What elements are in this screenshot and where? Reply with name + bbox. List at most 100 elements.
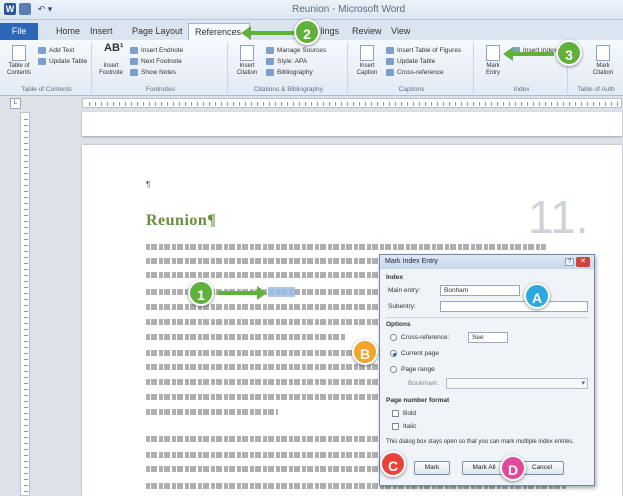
group-table-of-contents: Table of Contents Add Text Update Table …: [2, 42, 92, 94]
tab-review[interactable]: Review: [346, 23, 388, 40]
add-text-button[interactable]: Add Text: [38, 46, 74, 55]
ruler-tick: [593, 102, 594, 106]
ruler-tick: [485, 102, 486, 106]
tab-selector[interactable]: L: [10, 98, 21, 109]
tab-insert[interactable]: Insert: [84, 23, 119, 40]
ruler-tick: [24, 371, 28, 372]
tab-file[interactable]: File: [0, 23, 38, 40]
cross-reference-button[interactable]: Cross-reference: [386, 68, 444, 77]
ruler-tick: [24, 389, 28, 390]
ruler-tick: [209, 102, 210, 106]
chapter-title[interactable]: Reunion¶: [146, 212, 216, 230]
page-range-radio[interactable]: [390, 366, 397, 373]
undo-icon[interactable]: ↶ ▾: [34, 3, 56, 15]
ruler-tick: [24, 179, 28, 180]
ruler-tick: [24, 221, 28, 222]
bookmark-select[interactable]: [446, 378, 588, 389]
vertical-ruler[interactable]: [20, 112, 30, 496]
ruler-tick: [377, 102, 378, 106]
ruler-tick: [281, 102, 282, 106]
horizontal-ruler[interactable]: [82, 98, 622, 108]
ruler-tick: [24, 269, 28, 270]
insert-footnote-button[interactable]: AB¹ Insert Footnote: [98, 43, 124, 83]
text-line[interactable]: [146, 394, 380, 400]
show-notes-button[interactable]: Show Notes: [130, 68, 176, 77]
mark-button[interactable]: Mark: [414, 461, 450, 475]
ruler-tick: [24, 323, 28, 324]
text-line[interactable]: [146, 304, 382, 310]
tab-view[interactable]: View: [385, 23, 416, 40]
previous-page[interactable]: [82, 112, 622, 136]
text-line[interactable]: [146, 364, 380, 370]
ruler-tick: [611, 102, 612, 106]
cross-reference-radio[interactable]: [390, 334, 397, 341]
group-label: Captions: [398, 86, 425, 93]
ruler-tick: [533, 102, 534, 106]
update-table-button[interactable]: Update Table: [38, 57, 87, 66]
ruler-tick: [515, 102, 516, 106]
subentry-input[interactable]: [440, 301, 588, 312]
index-section-label: Index: [386, 274, 403, 281]
insert-citation-button[interactable]: Insert Citation: [234, 45, 260, 83]
text-line[interactable]: [146, 409, 278, 415]
text-line[interactable]: [146, 244, 546, 250]
selected-word-highlight[interactable]: [268, 287, 295, 297]
italic-checkbox[interactable]: [392, 423, 399, 430]
text-line[interactable]: [146, 319, 382, 325]
bibliography-button[interactable]: Bibliography: [266, 68, 313, 77]
tab-page-layout[interactable]: Page Layout: [126, 23, 189, 40]
ruler-tick: [24, 119, 28, 120]
cross-reference-input[interactable]: See: [468, 332, 508, 343]
ruler-tick: [557, 102, 558, 106]
manage-sources-button[interactable]: Manage Sources: [266, 46, 326, 55]
callout-arrow-1: [218, 286, 267, 300]
close-icon[interactable]: ✕: [576, 257, 590, 267]
ruler-tick: [137, 102, 138, 106]
insert-caption-button[interactable]: Insert Caption: [354, 45, 380, 83]
group-index: Mark Entry Insert Index Index: [476, 42, 568, 94]
bold-checkbox[interactable]: [392, 410, 399, 417]
text-line[interactable]: [146, 334, 346, 340]
insert-endnote-button[interactable]: Insert Endnote: [130, 46, 183, 55]
ruler-tick: [24, 287, 28, 288]
help-icon[interactable]: ?: [565, 258, 574, 266]
update-table-captions-button[interactable]: Update Table: [386, 57, 435, 66]
text-line[interactable]: [146, 379, 380, 385]
tab-home[interactable]: Home: [50, 23, 86, 40]
ruler-tick: [24, 185, 28, 186]
text-line[interactable]: [146, 350, 380, 356]
ruler-tick: [317, 102, 318, 106]
ruler-tick: [239, 102, 240, 106]
ruler-tick: [24, 431, 28, 432]
table-of-contents-button[interactable]: Table of Contents: [6, 45, 32, 83]
word-app-icon[interactable]: W: [4, 3, 16, 15]
text-line[interactable]: [146, 436, 380, 442]
group-label: Citations & Bibliography: [253, 86, 323, 93]
ruler-tick: [335, 102, 336, 106]
ruler-tick: [161, 102, 162, 106]
ruler-tick: [551, 102, 552, 106]
next-footnote-button[interactable]: Next Footnote: [130, 57, 182, 66]
insert-table-of-figures-button[interactable]: Insert Table of Figures: [386, 46, 461, 55]
caption-icon: [360, 45, 374, 61]
text-line[interactable]: [146, 452, 380, 458]
mark-citation-button[interactable]: Mark Citation: [590, 45, 616, 83]
save-icon[interactable]: [19, 3, 31, 15]
mark-index-entry-dialog: Mark Index Entry ? ✕ Index Main entry: B…: [379, 254, 595, 486]
main-entry-input[interactable]: Bonham: [440, 285, 520, 296]
ruler-tick: [179, 102, 180, 106]
ruler-tick: [24, 341, 28, 342]
ruler-tick: [569, 102, 570, 106]
ruler-tick: [24, 437, 28, 438]
cancel-button[interactable]: Cancel: [520, 461, 564, 475]
ruler-tick: [359, 102, 360, 106]
text-line[interactable]: [146, 466, 380, 472]
current-page-radio[interactable]: [390, 350, 397, 357]
ruler-tick: [24, 461, 28, 462]
ruler-tick: [113, 102, 114, 106]
ruler-tick: [497, 102, 498, 106]
ruler-tick: [24, 215, 28, 216]
style-select[interactable]: Style: APA: [266, 57, 307, 66]
ruler-tick: [173, 102, 174, 106]
ruler-tick: [311, 102, 312, 106]
